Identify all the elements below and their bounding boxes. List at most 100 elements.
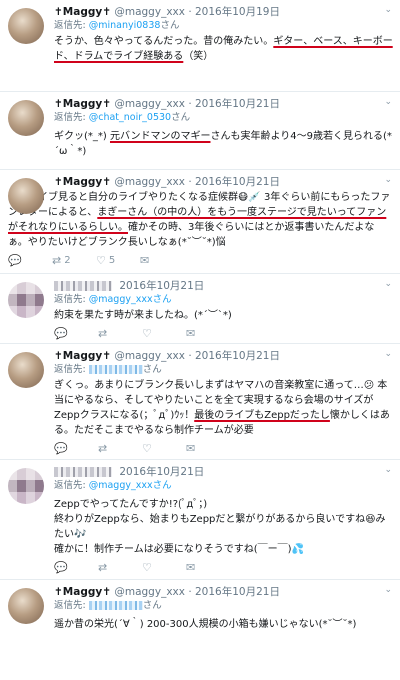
like-button[interactable]: ♡ 5 — [96, 254, 140, 267]
chevron-down-icon[interactable]: ⌄ — [384, 5, 392, 15]
tweet-date[interactable]: 2016年10月21日 — [195, 98, 280, 110]
tweet-header: ✝Maggy✝ @maggy_xxx · 2016年10月19日 — [54, 5, 394, 19]
chevron-down-icon[interactable]: ⌄ — [384, 585, 392, 595]
tweet-text: Zeppでやってたんですか!?(ﾟдﾟ；) 終わりがZeppなら、始まりもZep… — [54, 497, 394, 557]
avatar[interactable] — [8, 100, 44, 136]
retweet-button[interactable]: ⇄ 2 — [52, 254, 96, 267]
tweet-text-line: 終わりがZeppなら、始まりもZeppだと繋がりがあるから良いですね😆みたい🎶 — [54, 514, 386, 540]
chevron-down-icon[interactable]: ⌄ — [384, 97, 392, 107]
reply-to-handle[interactable]: @chat_noir_0530 — [89, 112, 171, 123]
separator-dot: · — [188, 176, 192, 188]
user-handle[interactable]: @maggy_xxx — [114, 586, 185, 598]
user-handle[interactable]: @maggy_xxx — [114, 350, 185, 362]
envelope-icon: ✉ — [186, 441, 196, 455]
heart-icon: ♡ — [142, 560, 152, 574]
reply-icon: 💬 — [8, 253, 22, 267]
dm-button[interactable]: ✉ — [186, 327, 230, 340]
tweet-text-part: ギクッ(*_*) — [54, 131, 110, 142]
heart-icon: ♡ — [142, 441, 152, 455]
reply-icon: 💬 — [54, 441, 68, 455]
tweet-header: 2016年10月21日 — [54, 279, 394, 293]
tweet[interactable]: ⌄ ✝Maggy✝ @maggy_xxx · 2016年10月21日 返信先: … — [0, 92, 400, 170]
retweet-icon: ⇄ — [98, 441, 108, 455]
display-name[interactable]: ✝Maggy✝ — [54, 98, 111, 110]
display-name[interactable]: ✝Maggy✝ — [54, 6, 111, 18]
display-name[interactable]: ✝Maggy✝ — [54, 350, 111, 362]
dm-button[interactable]: ✉ — [186, 442, 230, 455]
tweet-date[interactable]: 2016年10月21日 — [119, 466, 204, 478]
reply-to-handle[interactable]: @maggy_xxxさん — [89, 480, 172, 491]
blurred-username — [54, 467, 112, 477]
tweet-text: ぎくっ。あまりにブランク長いしまずはヤマハの音楽教室に通って…😕 本当にやるなら… — [54, 378, 394, 438]
user-handle[interactable]: @maggy_xxx — [114, 6, 185, 18]
envelope-icon: ✉ — [186, 326, 196, 340]
like-button[interactable]: ♡ — [142, 327, 186, 340]
avatar[interactable] — [8, 588, 44, 624]
chevron-down-icon[interactable]: ⌄ — [384, 279, 392, 289]
user-handle[interactable]: @maggy_xxx — [114, 98, 185, 110]
tweet-date[interactable]: 2016年10月21日 — [195, 350, 280, 362]
retweet-icon: ⇄ — [98, 326, 108, 340]
tweet[interactable]: ⌄ 2016年10月21日 返信先: @maggy_xxxさん Zeppでやって… — [0, 460, 400, 580]
tweet[interactable]: ⌄ ✝Maggy✝ @maggy_xxx · 2016年10月19日 返信先: … — [0, 0, 400, 92]
reply-button[interactable]: 💬 — [54, 442, 98, 455]
reply-to-handle[interactable]: @maggy_xxxさん — [89, 294, 172, 305]
chevron-down-icon[interactable]: ⌄ — [384, 465, 392, 475]
tweet-text-part: そうか、色々やってるんだった。昔の俺みたい。 — [54, 36, 274, 47]
tweet-header: ✝Maggy✝ @maggy_xxx · 2016年10月21日 — [54, 349, 394, 363]
tweet[interactable]: ⌄ ✝Maggy✝ @maggy_xxx · 2016年10月21日 返信先: … — [0, 580, 400, 676]
reply-suffix: さん — [142, 364, 162, 375]
like-button[interactable]: ♡ — [142, 442, 186, 455]
separator-dot: · — [188, 350, 192, 362]
tweet-date[interactable]: 2016年10月19日 — [195, 6, 280, 18]
tweet-header: 2016年10月21日 — [54, 465, 394, 479]
tweet[interactable]: ⌄ ✝Maggy✝ @maggy_xxx · 2016年10月21日 返信先: … — [0, 344, 400, 460]
blurred-username — [54, 281, 112, 291]
tweet-header: ✝Maggy✝ @maggy_xxx · 2016年10月21日 — [54, 175, 394, 189]
dm-button[interactable]: ✉ — [186, 561, 230, 574]
tweet-actions: 💬 ⇄ ♡ ✉ — [54, 440, 394, 456]
reply-context: 返信先: さん — [54, 363, 394, 377]
reply-prefix: 返信先: — [54, 480, 86, 491]
tweet-date[interactable]: 2016年10月21日 — [119, 280, 204, 292]
chevron-down-icon[interactable]: ⌄ — [384, 349, 392, 359]
reply-to-handle[interactable]: @minanyi0838 — [89, 20, 161, 31]
like-count: 5 — [108, 254, 116, 266]
tweet-text-line: Zeppでやってたんですか!?(ﾟдﾟ；) — [54, 499, 208, 510]
tweet-text: 人のライブ見ると自分のライブやりたくなる症候群😷💉 3年ぐらい前にもらったファン… — [8, 190, 394, 250]
reply-icon: 💬 — [54, 560, 68, 574]
tweet-text: 約束を果たす時が来ましたね。(*´︶`*) — [54, 308, 394, 323]
tweet-text-part: （笑） — [183, 51, 214, 62]
reply-context: 返信先: @maggy_xxxさん — [54, 293, 394, 307]
avatar[interactable] — [8, 178, 44, 214]
tweet[interactable]: ⌄ 2016年10月21日 返信先: @maggy_xxxさん 約束を果たす時が… — [0, 274, 400, 344]
separator-dot: · — [188, 6, 192, 18]
avatar[interactable] — [8, 282, 44, 318]
reply-prefix: 返信先: — [54, 294, 86, 305]
retweet-button[interactable]: ⇄ — [98, 327, 142, 340]
tweet-date[interactable]: 2016年10月21日 — [195, 176, 280, 188]
chevron-down-icon[interactable]: ⌄ — [384, 175, 392, 185]
avatar[interactable] — [8, 8, 44, 44]
reply-button[interactable]: 💬 — [8, 254, 52, 267]
tweet-text-part: 約束を果たす時が来ましたね。(*´︶`*) — [54, 310, 232, 321]
reply-suffix: さん — [160, 20, 180, 31]
dm-button[interactable]: ✉ — [140, 254, 184, 267]
reply-button[interactable]: 💬 — [54, 561, 98, 574]
display-name[interactable]: ✝Maggy✝ — [54, 586, 111, 598]
tweet-header: ✝Maggy✝ @maggy_xxx · 2016年10月21日 — [54, 585, 394, 599]
reply-button[interactable]: 💬 — [54, 327, 98, 340]
user-handle[interactable]: @maggy_xxx — [114, 176, 185, 188]
display-name[interactable]: ✝Maggy✝ — [54, 176, 111, 188]
tweet-date[interactable]: 2016年10月21日 — [195, 586, 280, 598]
blurred-reply-handle — [88, 601, 143, 610]
avatar[interactable] — [8, 352, 44, 388]
retweet-button[interactable]: ⇄ — [98, 561, 142, 574]
avatar[interactable] — [8, 468, 44, 504]
tweet-text: そうか、色々やってるんだった。昔の俺みたい。ギター、ベース、キーボード、ドラムで… — [54, 34, 394, 64]
tweet-text: ギクッ(*_*) 元バンドマンのマギーさんも実年齢より4～9歳若く見られる(*´… — [54, 129, 394, 159]
reply-suffix: さん — [171, 112, 191, 123]
tweet[interactable]: ⌄ ✝Maggy✝ @maggy_xxx · 2016年10月21日 人のライブ… — [0, 170, 400, 274]
retweet-button[interactable]: ⇄ — [98, 442, 142, 455]
like-button[interactable]: ♡ — [142, 561, 186, 574]
